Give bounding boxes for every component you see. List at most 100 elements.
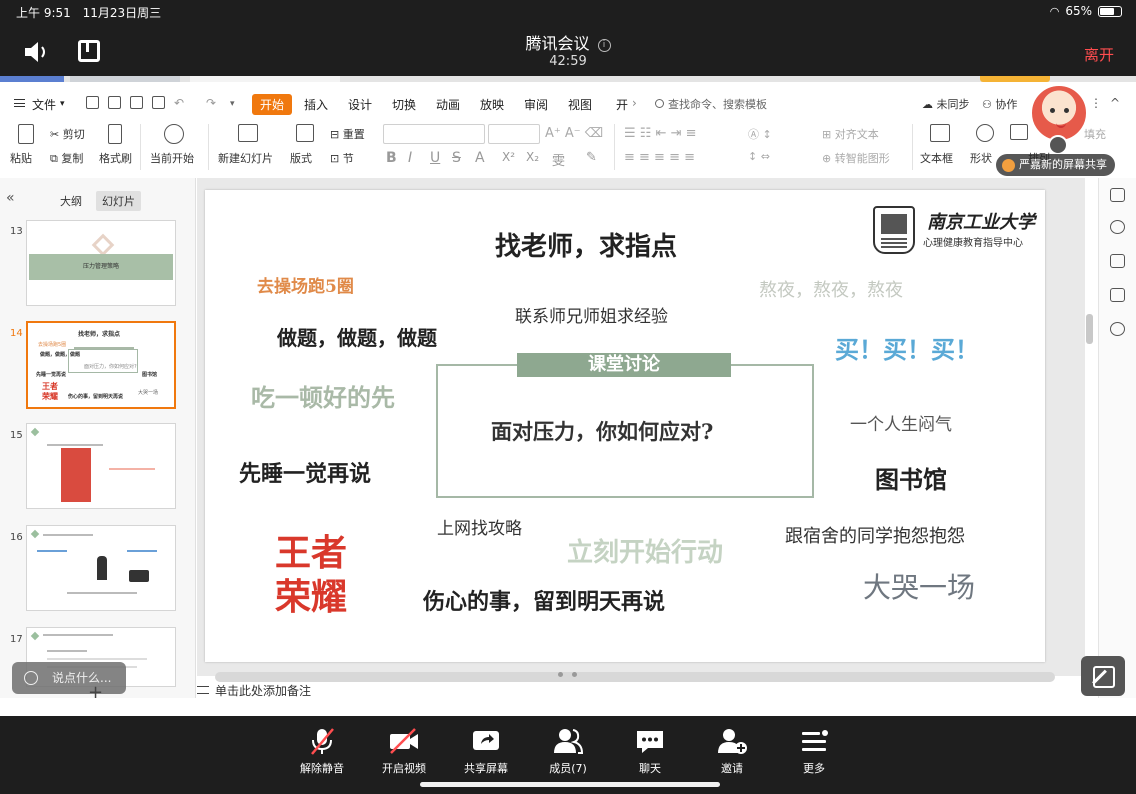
info-icon[interactable]: i	[597, 39, 611, 52]
superscript-icon[interactable]: X²	[502, 150, 515, 164]
shape-icon[interactable]	[976, 124, 994, 142]
reset-button[interactable]: ⊟ 重置	[330, 126, 365, 142]
subscript-icon[interactable]: X₂	[526, 150, 539, 164]
tab-view[interactable]: 视图	[568, 96, 592, 113]
notes-bar[interactable]: 单击此处添加备注	[197, 682, 1077, 702]
fill-button[interactable]: 填充	[1084, 126, 1106, 142]
file-menu[interactable]: 文件	[32, 96, 56, 113]
tab-doc[interactable]	[70, 76, 180, 82]
screen-share-indicator[interactable]: 严嘉新的屏幕共享	[996, 154, 1115, 176]
textbox-icon[interactable]	[930, 124, 950, 142]
tab-design[interactable]: 设计	[348, 96, 372, 113]
picture-icon[interactable]	[1010, 124, 1028, 140]
collapse-ribbon-icon[interactable]: ^	[1110, 96, 1120, 110]
copy-button[interactable]: ⧉ 复制	[50, 150, 83, 166]
start-video-button[interactable]: 开启视频	[364, 726, 444, 776]
tab-pptx[interactable]	[190, 76, 340, 82]
print-icon[interactable]	[108, 96, 121, 109]
add-slide-icon[interactable]: +	[88, 682, 103, 703]
quick-access-chevron-icon[interactable]: ▾	[230, 99, 235, 109]
more-tabs-icon[interactable]: ›	[632, 96, 637, 110]
sync-status[interactable]: ☁ 未同步	[922, 96, 970, 112]
underline-icon[interactable]: U	[430, 150, 440, 166]
slide-thumbnail-14[interactable]: 找老师，求指点 去操场跑5圈 做题，做题，做题 面对压力，你如何应对? 先睡一觉…	[26, 321, 176, 409]
chat-button[interactable]: 聊天	[610, 726, 690, 776]
slide-thumbnail-16[interactable]	[26, 525, 176, 611]
magic-icon[interactable]	[1110, 220, 1125, 234]
leave-button[interactable]: 离开	[1084, 44, 1114, 65]
new-slide-button[interactable]: 新建幻灯片	[218, 150, 273, 166]
tab-more[interactable]: 开	[616, 96, 628, 113]
save-icon[interactable]	[86, 96, 99, 109]
grow-font-icon[interactable]: A⁺ A⁻ ⌫	[545, 126, 603, 141]
tab-outline[interactable]: 大纲	[54, 191, 88, 211]
annotate-float-icon[interactable]	[1081, 656, 1125, 696]
layout-button[interactable]: 版式	[290, 150, 312, 166]
export-icon[interactable]	[130, 96, 143, 109]
slide-thumbnail-13[interactable]: 压力管理策略	[26, 220, 176, 306]
slide-thumbnail-15[interactable]	[26, 423, 176, 509]
slide-14[interactable]: 南京工业大学 心理健康教育指导中心 找老师，求指点 去操场跑5圈 熬夜，熬夜，熬…	[205, 190, 1045, 662]
bold-icon[interactable]: B	[386, 150, 397, 166]
preview-icon[interactable]	[152, 96, 165, 109]
line-spacing-icon[interactable]: ↕ ⇔	[748, 150, 770, 163]
scrollbar-thumb[interactable]	[1086, 314, 1093, 344]
tab-review[interactable]: 审阅	[524, 96, 548, 113]
horizontal-scrollbar[interactable]	[215, 672, 1055, 682]
unmute-button[interactable]: 解除静音	[282, 726, 362, 776]
more-options-icon[interactable]: ⋮	[1090, 96, 1102, 110]
italic-icon[interactable]: I	[408, 150, 412, 166]
location-icon[interactable]	[1110, 322, 1125, 336]
emoji-icon[interactable]	[24, 671, 38, 685]
redo-icon[interactable]: ↷	[206, 96, 216, 110]
format-painter-icon[interactable]	[108, 124, 122, 144]
tab-insert[interactable]: 插入	[304, 96, 328, 113]
font-color-icon[interactable]: A	[475, 150, 485, 166]
font-size-select[interactable]	[488, 124, 540, 144]
shape-button[interactable]: 形状	[970, 150, 992, 166]
smart-shape-button[interactable]: ⊕ 转智能图形	[822, 150, 890, 166]
char-spacing-icon[interactable]: 雯	[552, 150, 565, 169]
chat-input[interactable]: 说点什么...	[12, 662, 126, 694]
template-icon[interactable]	[1110, 288, 1125, 302]
tab-slides[interactable]: 幻灯片	[96, 191, 141, 211]
collab-button[interactable]: ⚇ 协作	[982, 96, 1017, 112]
adjust-icon[interactable]	[1110, 188, 1125, 202]
tab-slideshow[interactable]: 放映	[480, 96, 504, 113]
tab-vip[interactable]	[980, 76, 1050, 82]
list-icons[interactable]: ☰ ☷ ⇤ ⇥ ≡	[624, 126, 697, 141]
undo-icon[interactable]: ↶	[174, 96, 184, 110]
layout-icon[interactable]	[296, 124, 314, 142]
paste-button[interactable]: 粘贴	[10, 150, 32, 166]
vertical-scrollbar[interactable]	[1084, 184, 1094, 684]
new-slide-icon[interactable]	[238, 124, 258, 142]
tab-home[interactable]	[0, 76, 64, 82]
paste-icon[interactable]	[18, 124, 34, 144]
meeting-title[interactable]: 腾讯会议 i	[0, 30, 1136, 54]
textbox-button[interactable]: 文本框	[920, 150, 953, 166]
section-button[interactable]: ⊡ 节	[330, 150, 354, 166]
collapse-pane-icon[interactable]: «	[6, 190, 15, 206]
more-button[interactable]: 更多	[774, 726, 854, 776]
invite-button[interactable]: 邀请	[692, 726, 772, 776]
menu-icon[interactable]	[14, 99, 25, 107]
transform-icon[interactable]	[1110, 254, 1125, 268]
text-direction-icon[interactable]: Ⓐ ↕	[748, 126, 772, 142]
format-painter-button[interactable]: 格式刷	[99, 150, 132, 166]
align-icons[interactable]: ≡ ≡ ≡ ≡ ≡	[624, 150, 695, 165]
page-dot[interactable]	[558, 672, 563, 677]
align-text-button[interactable]: ⊞ 对齐文本	[822, 126, 879, 142]
strikethrough-icon[interactable]: S	[452, 150, 461, 166]
play-from-current-button[interactable]: 当前开始	[150, 150, 194, 166]
font-name-select[interactable]	[383, 124, 485, 144]
share-screen-button[interactable]: 共享屏幕	[446, 726, 526, 776]
play-icon[interactable]	[164, 124, 184, 144]
command-search[interactable]: 查找命令、搜索模板	[655, 96, 767, 112]
tab-animation[interactable]: 动画	[436, 96, 460, 113]
tab-transition[interactable]: 切换	[392, 96, 416, 113]
page-dot[interactable]	[572, 672, 577, 677]
members-button[interactable]: 成员(7)	[528, 726, 608, 776]
cut-button[interactable]: ✂ 剪切	[50, 126, 85, 142]
highlight-icon[interactable]: ✎	[586, 150, 597, 165]
tab-start[interactable]: 开始	[252, 94, 293, 115]
